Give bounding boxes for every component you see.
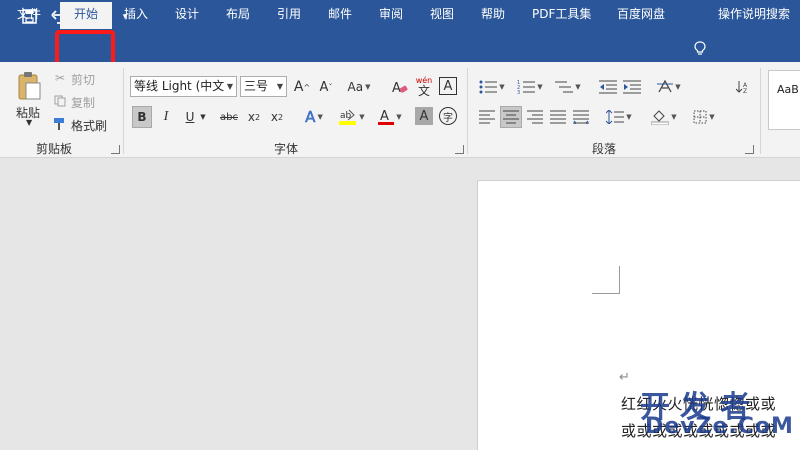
paragraph-group-label: 段落 [592, 142, 617, 156]
clipboard-launcher-icon[interactable] [111, 145, 120, 154]
tab-baidu-netdisk[interactable]: 百度网盘 [617, 0, 665, 29]
ribbon-tab-bar [0, 33, 800, 62]
group-separator [467, 68, 468, 154]
group-separator [123, 68, 124, 154]
tab-design[interactable]: 设计 [175, 0, 199, 29]
font-name-value: 等线 Light (中文 [134, 79, 225, 93]
chevron-down-icon: ▼ [226, 82, 233, 91]
character-border-button[interactable]: A [439, 77, 457, 95]
svg-text:A: A [392, 81, 401, 95]
svg-text:ab: ab [340, 111, 352, 121]
clipboard-group-label: 剪贴板 [36, 142, 73, 156]
tab-mailings[interactable]: 邮件 [328, 0, 352, 29]
tab-view[interactable]: 视图 [430, 0, 454, 29]
superscript-icon[interactable]: x2 [268, 106, 286, 128]
italic-button[interactable]: I [158, 106, 174, 128]
tab-help[interactable]: 帮助 [481, 0, 505, 29]
tab-layout[interactable]: 布局 [226, 0, 250, 29]
underline-button[interactable]: U [182, 106, 198, 128]
svg-text:Z: Z [743, 88, 747, 94]
styles-gallery[interactable]: AaB [768, 70, 800, 130]
chevron-down-icon: ▼ [365, 83, 371, 91]
font-name-combo[interactable]: 等线 Light (中文 ▼ [130, 76, 237, 97]
group-separator [760, 68, 761, 154]
align-right-icon[interactable] [525, 107, 545, 127]
chevron-down-icon: ▼ [276, 82, 283, 91]
tab-home[interactable]: 开始 [60, 2, 112, 29]
align-left-icon[interactable] [477, 107, 497, 127]
phonetic-guide-button[interactable]: wén 文 [414, 74, 434, 98]
style-preview: AaB [777, 83, 799, 96]
text-effects-icon[interactable]: A ▼ [300, 106, 328, 128]
bold-button[interactable]: B [132, 106, 152, 128]
tab-references[interactable]: 引用 [277, 0, 301, 29]
font-group-label: 字体 [274, 142, 299, 156]
tab-pdf-tools[interactable]: PDF工具集 [532, 0, 591, 29]
format-painter-icon [53, 117, 67, 131]
justify-icon[interactable] [548, 107, 568, 127]
align-center-icon[interactable] [500, 106, 522, 128]
copy-icon [53, 94, 67, 108]
font-size-combo[interactable]: 三号 ▼ [240, 76, 287, 97]
numbering-icon[interactable]: 1 2 3 ▼ [514, 77, 546, 97]
watermark-bottom: DevZe.CoM [645, 414, 794, 439]
enclose-characters-button[interactable]: 字 [439, 107, 457, 125]
svg-text:3: 3 [517, 90, 520, 94]
decrease-indent-icon[interactable] [598, 77, 618, 97]
font-launcher-icon[interactable] [455, 145, 464, 154]
margin-corner-mark [592, 266, 620, 294]
tab-review[interactable]: 审阅 [379, 0, 403, 29]
tab-insert[interactable]: 插入 [124, 0, 148, 29]
bullets-icon[interactable]: ▼ [476, 77, 508, 97]
paste-icon[interactable] [14, 70, 44, 102]
asian-layout-icon[interactable]: ▼ [654, 77, 684, 97]
tell-me-search[interactable]: 操作说明搜索 [718, 0, 790, 29]
paragraph-mark: ↵ [619, 370, 630, 385]
chevron-down-icon[interactable]: ▼ [198, 106, 208, 128]
multilevel-list-icon[interactable]: ▼ [552, 77, 584, 97]
shading-icon[interactable]: ▼ [648, 107, 680, 127]
increase-indent-icon[interactable] [622, 77, 642, 97]
svg-text:A: A [380, 109, 389, 124]
clear-formatting-icon[interactable]: A [391, 77, 409, 97]
font-size-value: 三号 [244, 79, 269, 93]
subscript-icon[interactable]: x2 [245, 106, 263, 128]
distributed-icon[interactable] [571, 107, 591, 127]
cut-button[interactable]: 剪切 [71, 71, 95, 88]
tab-file[interactable]: 文件 [17, 0, 41, 29]
change-case-button[interactable]: Aa ▼ [346, 77, 372, 97]
paragraph-launcher-icon[interactable] [745, 145, 754, 154]
change-case-label: Aa [347, 80, 364, 94]
borders-icon[interactable]: ▼ [688, 107, 720, 127]
line-spacing-icon[interactable]: ▼ [603, 107, 635, 127]
scissors-icon: ✂ [54, 71, 66, 85]
format-painter-button[interactable]: 格式刷 [71, 117, 107, 134]
paste-dropdown-icon[interactable]: ▼ [26, 118, 32, 127]
lightbulb-icon[interactable] [692, 36, 708, 60]
font-color-icon[interactable]: A ▼ [375, 106, 405, 128]
phonetic-bottom: 文 [417, 84, 430, 98]
grow-font-icon[interactable]: A ^ [293, 77, 311, 97]
character-shading-icon[interactable]: A [415, 107, 433, 125]
strikethrough-button[interactable]: abc [218, 106, 240, 128]
shrink-font-icon[interactable]: Aˇ [317, 77, 335, 97]
highlight-color-icon[interactable]: ab ▼ [337, 106, 367, 128]
copy-button[interactable]: 复制 [71, 94, 95, 111]
sort-icon[interactable]: AZ [734, 77, 752, 97]
